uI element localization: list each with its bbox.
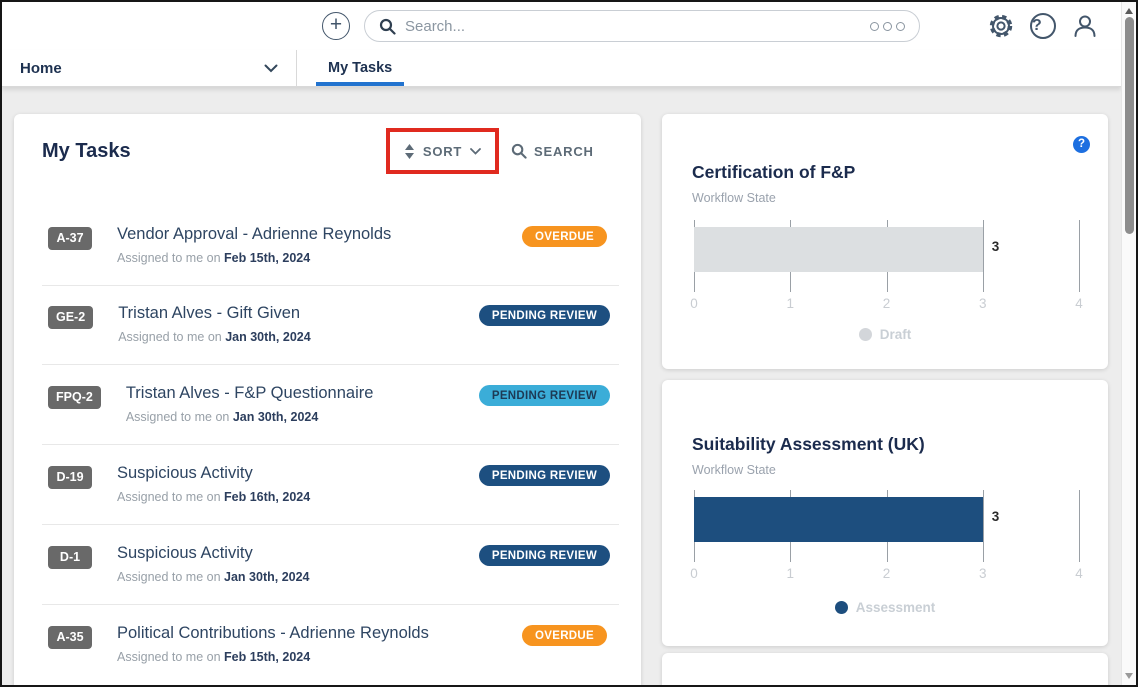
status-badge: PENDING REVIEW xyxy=(479,465,610,486)
chart-help-icon[interactable]: ? xyxy=(1073,136,1090,153)
task-title[interactable]: Suspicious Activity xyxy=(117,544,310,563)
task-id-badge: D-1 xyxy=(48,546,92,569)
task-date: Jan 30th, 2024 xyxy=(225,330,310,344)
row-divider xyxy=(42,285,619,286)
task-assigned-text: Assigned to me on Jan 30th, 2024 xyxy=(117,570,310,584)
bar-chart-plot: 3 xyxy=(694,490,1079,562)
task-row[interactable]: D-19 Suspicious Activity Assigned to me … xyxy=(14,449,641,528)
chart-subtitle: Workflow State xyxy=(692,191,776,205)
task-assigned-text: Assigned to me on Feb 15th, 2024 xyxy=(117,251,391,265)
row-divider xyxy=(42,604,619,605)
bar-value-label: 3 xyxy=(992,239,1000,254)
gridline xyxy=(1079,490,1080,562)
gridline xyxy=(1079,220,1080,292)
row-divider xyxy=(42,444,619,445)
help-icon[interactable]: ? xyxy=(1030,13,1056,39)
tab-my-tasks[interactable]: My Tasks xyxy=(314,50,406,86)
scrollbar-thumb[interactable] xyxy=(1125,17,1134,234)
chart-title: Suitability Assessment (UK) xyxy=(692,434,925,455)
task-row[interactable]: FPQ-2 Tristan Alves - F&P Questionnaire … xyxy=(14,369,641,448)
chart-title: Certification of F&P xyxy=(692,162,855,183)
task-title[interactable]: Political Contributions - Adrienne Reyno… xyxy=(117,624,429,643)
chart-subtitle: Workflow State xyxy=(692,463,776,477)
task-assigned-text: Assigned to me on Feb 16th, 2024 xyxy=(117,490,310,504)
task-row[interactable]: D-1 Suspicious Activity Assigned to me o… xyxy=(14,529,641,608)
bar-draft[interactable] xyxy=(694,227,983,272)
task-assigned-text: Assigned to me on Jan 30th, 2024 xyxy=(126,410,374,424)
search-options-icon[interactable] xyxy=(870,22,905,31)
task-date: Feb 15th, 2024 xyxy=(224,251,310,265)
task-title[interactable]: Tristan Alves - F&P Questionnaire xyxy=(126,384,374,403)
active-tab-underline xyxy=(316,82,404,86)
task-row[interactable]: GE-2 Tristan Alves - Gift Given Assigned… xyxy=(14,289,641,368)
task-date: Jan 30th, 2024 xyxy=(224,570,309,584)
panel-search-button[interactable]: SEARCH xyxy=(511,128,594,174)
chevron-down-icon xyxy=(470,148,481,155)
x-axis-ticks: 0 1 2 3 4 xyxy=(694,566,1079,582)
scroll-up-arrow-icon[interactable] xyxy=(1125,8,1133,14)
sort-arrows-icon xyxy=(404,144,415,159)
global-search-bar[interactable] xyxy=(364,10,920,42)
user-profile-icon[interactable] xyxy=(1071,12,1099,40)
task-date: Feb 16th, 2024 xyxy=(224,490,310,504)
vertical-scrollbar[interactable] xyxy=(1121,2,1136,685)
search-icon xyxy=(379,18,396,35)
gridline xyxy=(983,220,984,292)
chevron-down-icon xyxy=(264,64,278,73)
panel-title: My Tasks xyxy=(42,140,131,163)
legend-label: Draft xyxy=(880,327,912,342)
task-row[interactable]: A-37 Vendor Approval - Adrienne Reynolds… xyxy=(14,210,641,289)
home-dropdown-label: Home xyxy=(20,60,62,77)
task-id-badge: A-37 xyxy=(48,227,92,250)
scroll-down-arrow-icon[interactable] xyxy=(1125,673,1133,679)
bar-chart-plot: 3 xyxy=(694,220,1079,292)
task-assigned-text: Assigned to me on Jan 30th, 2024 xyxy=(118,330,311,344)
legend-dot-icon xyxy=(859,328,872,341)
search-icon xyxy=(511,143,527,159)
task-title[interactable]: Vendor Approval - Adrienne Reynolds xyxy=(117,225,391,244)
status-badge: PENDING REVIEW xyxy=(479,545,610,566)
task-date: Jan 30th, 2024 xyxy=(233,410,318,424)
x-axis-ticks: 0 1 2 3 4 xyxy=(694,296,1079,312)
task-title[interactable]: Tristan Alves - Gift Given xyxy=(118,304,311,323)
chart-legend[interactable]: Assessment xyxy=(662,599,1108,617)
sort-button-highlighted[interactable]: SORT xyxy=(386,128,499,174)
chart-card-suitability: Suitability Assessment (UK) Workflow Sta… xyxy=(662,380,1108,646)
task-title[interactable]: Suspicious Activity xyxy=(117,464,310,483)
top-bar: + ? xyxy=(2,2,1121,50)
bar-assessment[interactable] xyxy=(694,497,983,542)
chart-legend[interactable]: Draft xyxy=(662,326,1108,344)
task-date: Feb 15th, 2024 xyxy=(224,650,310,664)
status-badge: OVERDUE xyxy=(522,226,607,247)
row-divider xyxy=(42,524,619,525)
task-id-badge: A-35 xyxy=(48,626,92,649)
nav-bar: Home My Tasks xyxy=(2,50,1121,87)
legend-dot-icon xyxy=(835,601,848,614)
app-window: + ? Home My Tasks xyxy=(0,0,1138,687)
task-id-badge: FPQ-2 xyxy=(48,386,101,409)
add-icon[interactable]: + xyxy=(322,12,350,40)
task-id-badge: D-19 xyxy=(48,466,92,489)
search-input[interactable] xyxy=(405,18,861,35)
bar-value-label: 3 xyxy=(992,509,1000,524)
gear-icon[interactable] xyxy=(987,12,1015,40)
task-assigned-text: Assigned to me on Feb 15th, 2024 xyxy=(117,650,429,664)
legend-label: Assessment xyxy=(856,600,936,615)
tab-my-tasks-label: My Tasks xyxy=(328,60,392,76)
chart-card-partial xyxy=(662,653,1108,687)
sort-label: SORT xyxy=(423,144,462,159)
gridline xyxy=(983,490,984,562)
my-tasks-panel: My Tasks SORT SEARCH A-37 Vendor Approva… xyxy=(14,114,641,687)
task-row[interactable]: A-35 Political Contributions - Adrienne … xyxy=(14,609,641,687)
status-badge: OVERDUE xyxy=(522,625,607,646)
status-badge: PENDING REVIEW xyxy=(479,305,610,326)
chart-card-certification: ? Certification of F&P Workflow State 3 … xyxy=(662,114,1108,369)
top-bar-actions: ? xyxy=(987,2,1099,50)
task-id-badge: GE-2 xyxy=(48,306,93,329)
row-divider xyxy=(42,364,619,365)
panel-search-label: SEARCH xyxy=(534,144,594,159)
home-dropdown[interactable]: Home xyxy=(2,50,297,86)
status-badge: PENDING REVIEW xyxy=(479,385,610,406)
